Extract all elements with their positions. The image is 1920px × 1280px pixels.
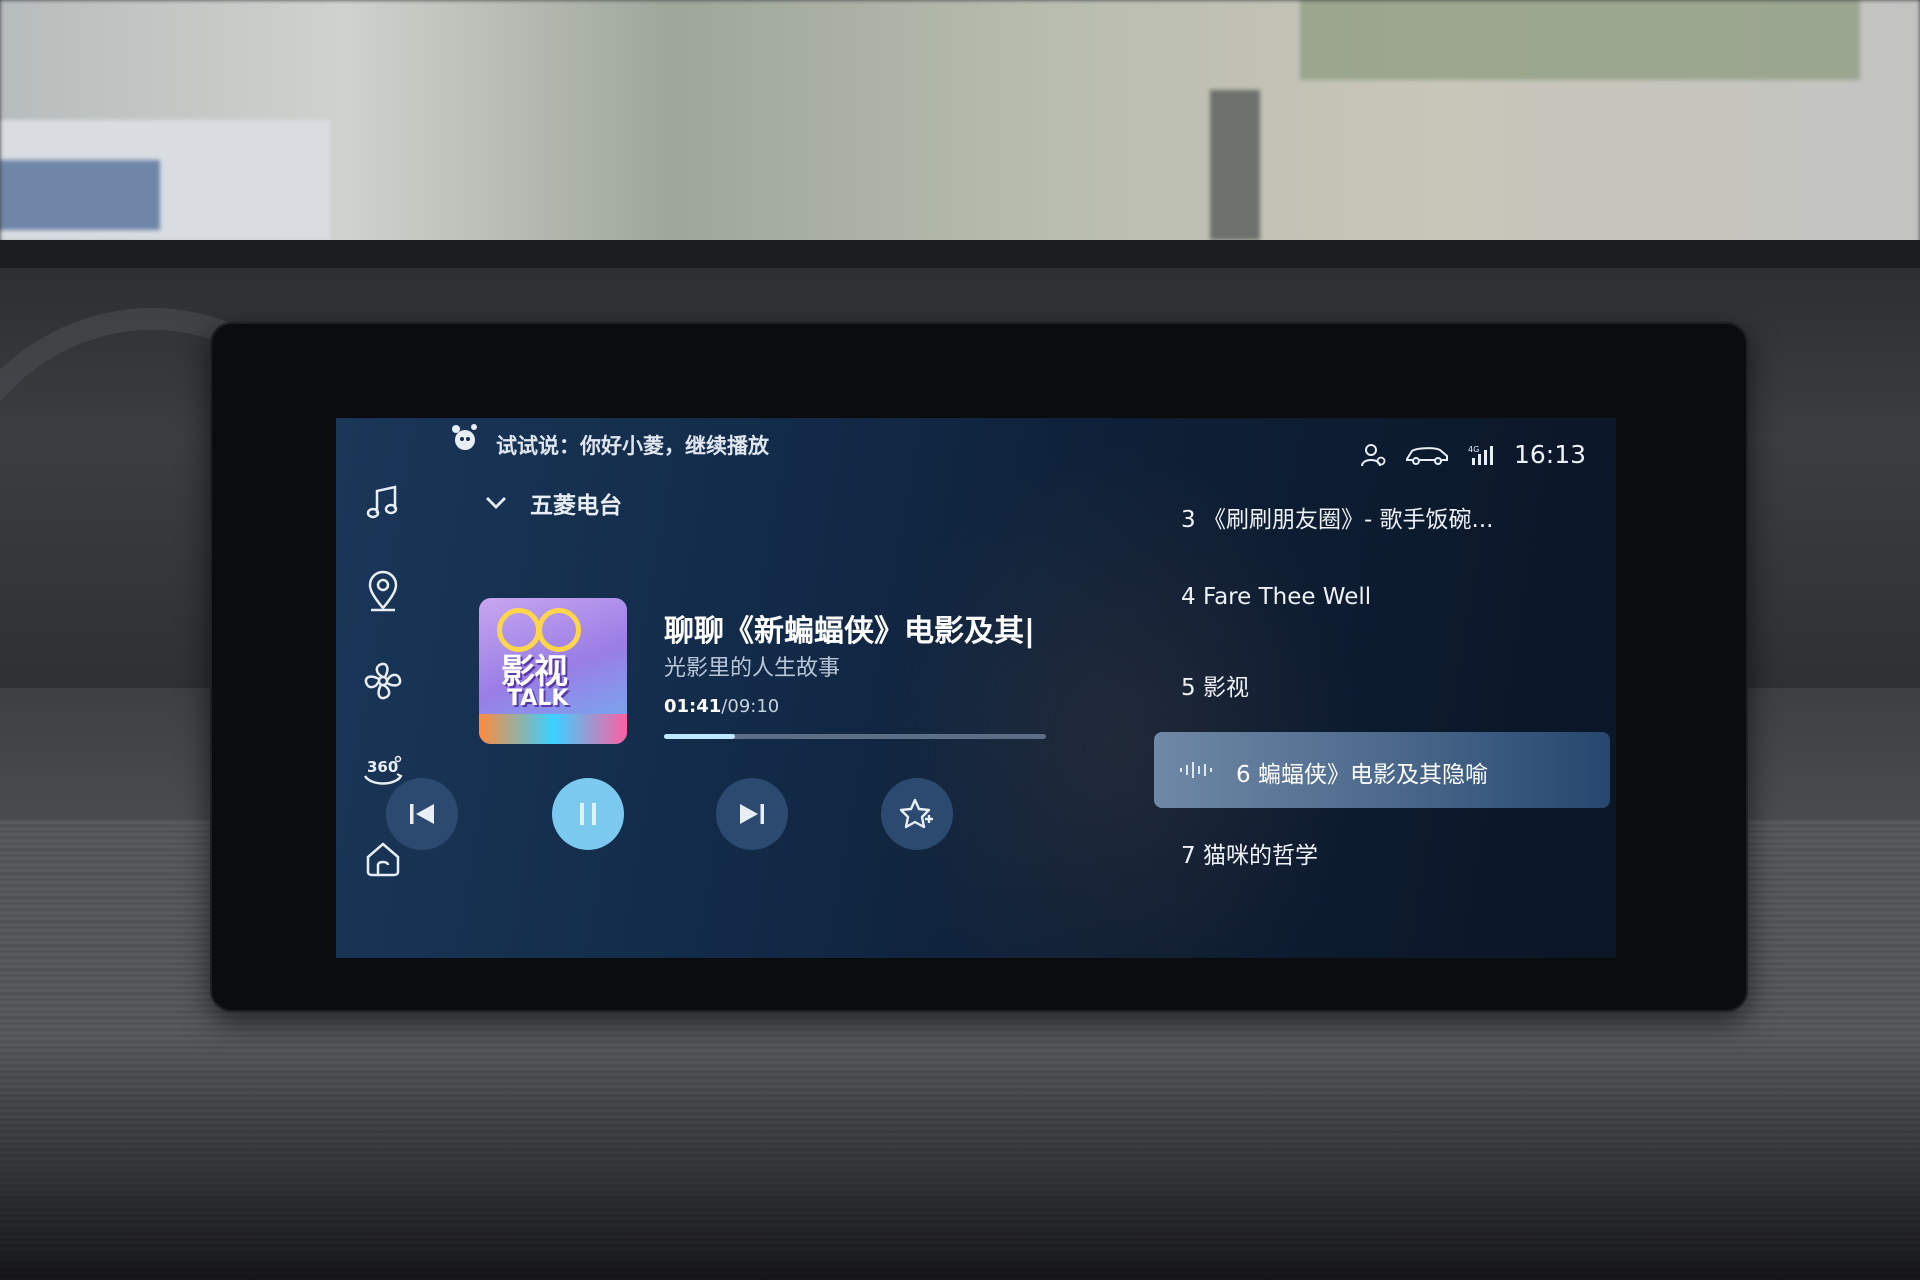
current-time: 01:41 <box>664 696 722 717</box>
playlist-item[interactable]: 7 猫咪的哲学 <box>1181 836 1318 870</box>
pause-icon <box>580 803 596 825</box>
nav-climate[interactable] <box>358 656 408 706</box>
now-playing-wave-icon <box>1180 762 1212 778</box>
fan-icon <box>364 662 402 700</box>
svg-text:360: 360 <box>367 758 398 776</box>
album-cover[interactable]: 影视 TALK <box>479 598 627 744</box>
progress-bar[interactable] <box>664 734 1046 739</box>
assistant-mascot-icon[interactable] <box>448 422 482 452</box>
user-profile-icon[interactable] <box>1360 442 1386 468</box>
background-vehicle <box>0 160 160 230</box>
signal-strength-icon: 4G <box>1468 445 1493 465</box>
favorite-button[interactable] <box>881 778 953 850</box>
track-title: 聊聊《新蝙蝠侠》电影及其| <box>664 614 1035 649</box>
clock: 16:13 <box>1513 440 1586 469</box>
camera-360-icon: 360 <box>363 755 403 785</box>
playlist-item-label: 6 蝙蝠侠》电影及其隐喻 <box>1236 762 1488 788</box>
svg-text:4G: 4G <box>1468 445 1479 454</box>
screen-reflection <box>856 418 1376 958</box>
skip-previous-icon <box>410 804 434 824</box>
car-icon[interactable] <box>1404 444 1450 466</box>
playlist-item[interactable]: 5 影视 <box>1181 668 1249 702</box>
source-selector[interactable]: 五菱电台 <box>484 486 622 520</box>
play-pause-button[interactable] <box>552 778 624 850</box>
playlist-item[interactable]: 4 Fare Thee Well <box>1181 584 1371 610</box>
total-time: 09:10 <box>727 696 780 717</box>
background-trees <box>1300 0 1860 80</box>
music-note-icon <box>366 485 398 519</box>
nav-music[interactable] <box>358 478 408 528</box>
windshield-background <box>0 0 1920 245</box>
track-subtitle: 光影里的人生故事 <box>664 656 841 681</box>
playlist-item-active[interactable]: 6 蝙蝠侠》电影及其隐喻 <box>1154 732 1610 808</box>
previous-button[interactable] <box>386 778 458 850</box>
playback-time: 01:41/09:10 <box>664 696 779 717</box>
home-icon <box>366 842 400 877</box>
source-label: 五菱电台 <box>530 493 622 519</box>
next-button[interactable] <box>716 778 788 850</box>
map-pin-icon <box>368 570 398 612</box>
background-pole <box>1210 90 1260 240</box>
nav-rail: 360 <box>358 478 408 923</box>
cover-decoration <box>479 714 627 744</box>
nav-map[interactable] <box>358 567 408 617</box>
playlist-item[interactable]: 3 《刷刷朋友圈》- 歌手饭碗... <box>1181 500 1494 534</box>
status-icons: 4G 16:13 <box>1360 440 1586 469</box>
skip-next-icon <box>740 804 764 824</box>
windshield-edge <box>0 240 1920 270</box>
voice-hint-text: 试试说：你好小菱，继续播放 <box>496 434 769 458</box>
chevron-down-icon <box>486 497 506 509</box>
star-add-icon <box>899 798 933 829</box>
progress-fill <box>664 734 735 739</box>
cover-subtitle: TALK <box>507 686 569 711</box>
infotainment-screen: 试试说：你好小菱，继续播放 4G 16:13 360 五菱电台 影视 TALK … <box>336 418 1616 958</box>
